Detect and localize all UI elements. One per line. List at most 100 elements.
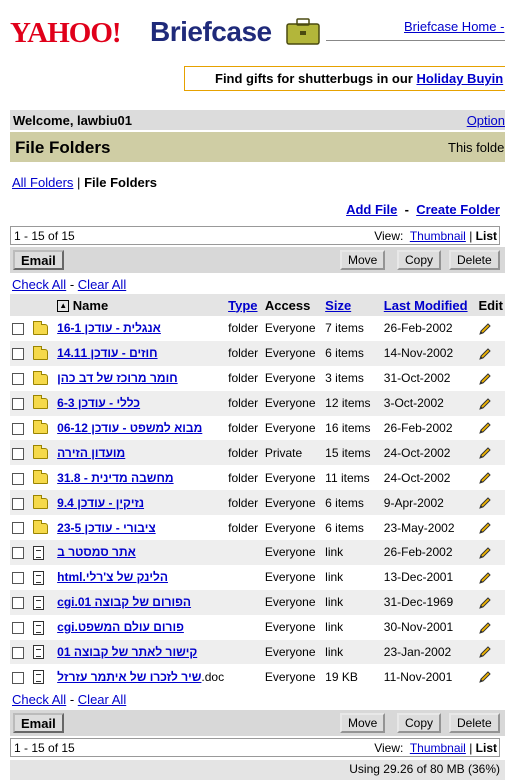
email-button[interactable]: Email [13, 250, 64, 270]
file-name-link[interactable]: כללי - עודכן 6-3 [57, 396, 140, 410]
file-name-link[interactable]: פורום עולם המשפט.cgi [57, 620, 184, 634]
table-header-row: ▲ Name Type Access Size Last Modified Ed… [10, 294, 505, 316]
row-checkbox[interactable] [12, 621, 24, 634]
modified-column-header[interactable]: Last Modified [381, 294, 477, 316]
header-divider [326, 40, 505, 41]
file-name-link[interactable]: שיר לזכרו של איתמר עזרזל [57, 670, 201, 684]
file-size: 15 items [323, 440, 382, 466]
copy-button-bottom[interactable]: Copy [397, 713, 442, 733]
folder-icon [33, 445, 49, 460]
folder-icon [33, 370, 49, 385]
row-checkbox[interactable] [12, 646, 24, 659]
file-name-link[interactable]: חומר מרוכז של דב כהן [57, 371, 177, 385]
file-size: 16 items [325, 421, 371, 435]
pencil-edit-icon[interactable] [478, 371, 492, 385]
row-checkbox[interactable] [12, 447, 24, 460]
pencil-edit-icon[interactable] [478, 470, 492, 484]
type-sort-link[interactable]: Type [228, 298, 257, 313]
doc-icon [33, 545, 45, 560]
row-checkbox[interactable] [12, 671, 24, 684]
yahoo-logo-text: YAHOO! [10, 17, 122, 49]
thumbnail-view-link[interactable]: Thumbnail [410, 229, 466, 243]
delete-button[interactable]: Delete [449, 250, 500, 270]
pencil-edit-icon[interactable] [478, 645, 492, 659]
delete-button-bottom[interactable]: Delete [449, 713, 500, 733]
file-name-link[interactable]: מחשבה מדינית - 31.8 [57, 471, 173, 485]
clear-all-link-bottom[interactable]: Clear All [78, 692, 126, 707]
add-file-link[interactable]: Add File [346, 202, 397, 217]
file-name-link[interactable]: אנגלית - עודכן 16-1 [57, 321, 161, 335]
row-checkbox[interactable] [12, 547, 24, 560]
file-name-link[interactable]: אתר סמסטר ב [57, 545, 136, 559]
pencil-edit-icon[interactable] [478, 495, 492, 509]
table-row: קישור לאתר של קבוצה 01 Everyone link 23-Jan… [10, 639, 505, 665]
file-rows: אנגלית - עודכן 16-1 folder Everyone 7 items… [10, 316, 505, 689]
check-all-link[interactable]: Check All [12, 277, 66, 292]
table-row: כללי - עודכן 6-3 folder Everyone 12 items 3-… [10, 390, 505, 416]
row-checkbox[interactable] [12, 597, 24, 610]
select-column-header [10, 294, 32, 316]
modified-sort-link[interactable]: Last Modified [384, 298, 468, 313]
thumbnail-view-link-bottom[interactable]: Thumbnail [410, 741, 466, 755]
doc-icon [33, 595, 45, 610]
file-name-link[interactable]: ציבורי - עודכן 23-5 [57, 521, 155, 535]
file-modified: 23-Jan-2002 [381, 639, 477, 665]
row-checkbox[interactable] [12, 522, 24, 535]
table-row: פורום עולם המשפט.cgi Everyone link 30-Nov-2… [10, 615, 505, 640]
check-separator: - [69, 277, 75, 292]
list-view-label: List [475, 229, 497, 243]
holiday-buying-link[interactable]: Holiday Buyin [416, 71, 503, 86]
yahoo-logo[interactable]: YAHOO! [10, 17, 122, 50]
move-button-bottom[interactable]: Move [340, 713, 386, 733]
pencil-edit-icon[interactable] [478, 570, 492, 584]
pencil-edit-icon[interactable] [478, 545, 492, 559]
doc-icon [33, 645, 45, 660]
size-sort-link[interactable]: Size [325, 298, 351, 313]
pencil-edit-icon[interactable] [478, 396, 492, 410]
file-access: Everyone [264, 421, 316, 435]
all-folders-link[interactable]: All Folders [12, 175, 73, 190]
file-name-link[interactable]: הלינק של צ'רלי.html [57, 570, 168, 584]
type-column-header[interactable]: Type [226, 294, 263, 316]
file-type [226, 565, 263, 590]
email-button-bottom[interactable]: Email [13, 713, 64, 733]
create-folder-link[interactable]: Create Folder [416, 202, 500, 217]
file-modified: 24-Oct-2002 [381, 440, 477, 466]
file-name-link[interactable]: מועדון הזירה [57, 446, 125, 460]
row-checkbox[interactable] [12, 497, 24, 510]
briefcase-home-link[interactable]: Briefcase Home - [404, 19, 504, 34]
pencil-edit-icon[interactable] [478, 346, 492, 360]
sort-ascending-icon[interactable]: ▲ [57, 300, 70, 313]
row-checkbox[interactable] [12, 472, 24, 485]
file-name-link[interactable]: מבוא למשפט - עודכן 06-12 [57, 421, 202, 435]
pencil-edit-icon[interactable] [478, 670, 492, 684]
options-link[interactable]: Option [467, 113, 505, 128]
pencil-edit-icon[interactable] [478, 421, 492, 435]
pencil-edit-icon[interactable] [478, 445, 492, 460]
file-name-link[interactable]: קישור לאתר של קבוצה 01 [57, 645, 197, 659]
row-checkbox[interactable] [12, 373, 24, 386]
file-name-link[interactable]: נזיקין - עודכן 9.4 [57, 496, 144, 510]
row-checkbox[interactable] [12, 348, 24, 361]
name-column-header[interactable]: ▲ Name [55, 294, 227, 316]
file-type: folder [226, 440, 263, 466]
breadcrumb-separator: | [77, 175, 81, 190]
row-checkbox[interactable] [12, 323, 24, 336]
clear-all-link[interactable]: Clear All [78, 277, 126, 292]
actions-separator: - [404, 202, 409, 217]
file-name-link[interactable]: הפורום של קבוצה 01.cgi [57, 595, 191, 609]
pencil-edit-icon[interactable] [478, 321, 492, 335]
file-name-link[interactable]: חוזים - עודכן 14.11 [57, 346, 157, 360]
pencil-edit-icon[interactable] [478, 620, 492, 634]
pencil-edit-icon[interactable] [478, 595, 492, 609]
file-size: 3 items [325, 371, 364, 386]
row-checkbox[interactable] [12, 572, 24, 585]
check-all-link-bottom[interactable]: Check All [12, 692, 66, 707]
move-button[interactable]: Move [340, 250, 386, 270]
row-checkbox[interactable] [12, 397, 24, 410]
file-modified: 26-Feb-2002 [383, 421, 453, 435]
row-checkbox[interactable] [12, 422, 24, 435]
pencil-edit-icon[interactable] [478, 520, 492, 534]
size-column-header[interactable]: Size [323, 294, 382, 316]
copy-button[interactable]: Copy [397, 250, 442, 270]
